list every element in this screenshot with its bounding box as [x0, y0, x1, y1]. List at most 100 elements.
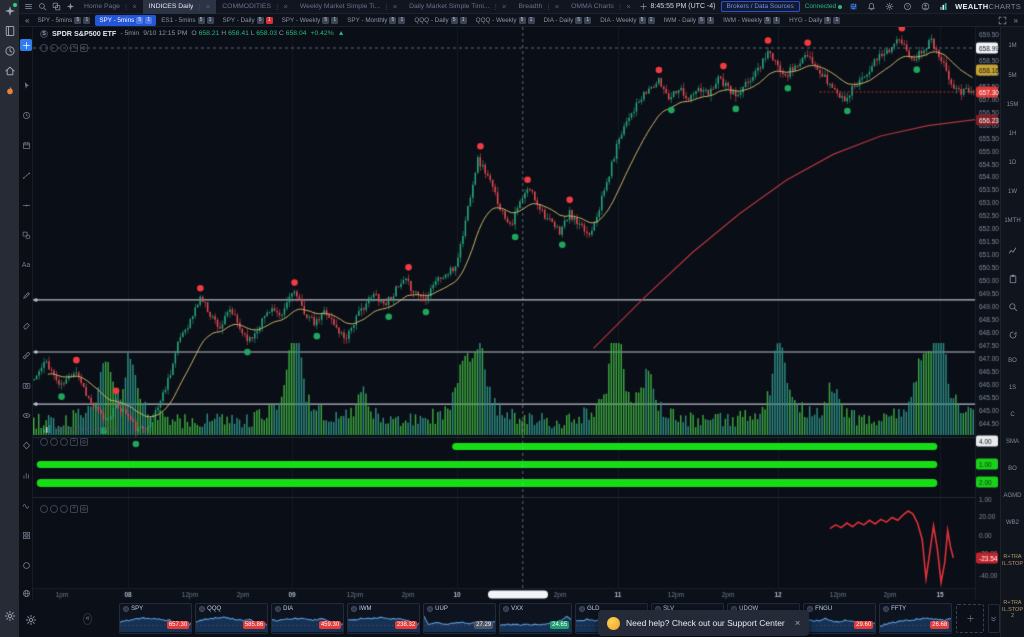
symbol-tab[interactable]: SPY - 5mins51: [95, 15, 156, 26]
tab-menu-icon[interactable]: ⋮: [274, 3, 281, 11]
rail-button-1w[interactable]: 1W: [1001, 189, 1024, 196]
ai-assistant-icon[interactable]: [4, 4, 16, 16]
settings-gear-icon[interactable]: [883, 1, 896, 13]
tab-close-icon[interactable]: ×: [555, 2, 559, 11]
mini-chart-card[interactable]: FFTY26.68: [879, 603, 952, 634]
tab-close-icon[interactable]: ×: [502, 2, 506, 11]
tab-close-icon[interactable]: ×: [132, 2, 136, 11]
help-icon[interactable]: ?: [901, 1, 914, 13]
tab-menu-icon[interactable]: ⋮: [196, 3, 203, 11]
calendar-tool-icon[interactable]: [20, 139, 32, 151]
cursor-tool-icon[interactable]: [20, 79, 32, 91]
pane-visibility-eye-icon[interactable]: [80, 44, 88, 52]
ellipse-tool-icon[interactable]: [20, 559, 32, 571]
symbol-tab[interactable]: IWM - Daily51: [660, 15, 719, 26]
layouts-icon[interactable]: [50, 1, 63, 13]
ai-tools-icon[interactable]: [64, 1, 77, 13]
tab-close-icon[interactable]: ×: [283, 2, 287, 11]
trendline-tool-icon[interactable]: [20, 169, 32, 181]
rail-button-15m[interactable]: 15M: [1001, 102, 1024, 109]
add-workspace-tab-button[interactable]: [637, 1, 650, 13]
pane-add-icon[interactable]: +: [70, 44, 78, 52]
fullscreen-icon[interactable]: [996, 14, 1009, 26]
tooltip-close-icon[interactable]: ×: [795, 618, 801, 629]
pane-button[interactable]: [60, 44, 68, 52]
rail-button-1mth[interactable]: 1MTH: [1001, 218, 1024, 225]
rail-button-1h[interactable]: 1H: [1001, 131, 1024, 138]
minibar-collapse-button[interactable]: «: [83, 613, 92, 625]
wave-tool-icon[interactable]: [20, 499, 32, 511]
minibar-more-button[interactable]: [988, 604, 1000, 633]
expand-symbol-tabs-button[interactable]: »: [1011, 16, 1021, 25]
shapes-tool-icon[interactable]: [20, 229, 32, 241]
symbol-tab[interactable]: SPY - Weekly51: [278, 15, 343, 26]
search-icon[interactable]: [36, 1, 49, 13]
horizontal-line-tool-icon[interactable]: [20, 199, 32, 211]
grid-tool-icon[interactable]: [20, 529, 32, 541]
rail-button-sma[interactable]: SMA: [1001, 439, 1024, 446]
hot-lists-icon[interactable]: [4, 84, 16, 96]
rail-button-r-tra-il-stop-2[interactable]: R+TRA IL.STOP 2: [1001, 600, 1024, 620]
symbol-tab[interactable]: IWM - Weekly51: [719, 15, 784, 26]
themes-tool-icon[interactable]: [20, 587, 32, 599]
mini-chart-card[interactable]: QQQ585.86: [195, 603, 268, 634]
tab-close-icon[interactable]: ×: [626, 2, 630, 11]
tab-menu-icon[interactable]: ⋮: [617, 3, 624, 11]
mini-chart-card[interactable]: SPY657.30: [119, 603, 192, 634]
workspace-tab[interactable]: Daily Market Simple Timi...⋮×: [403, 0, 512, 14]
refresh-icon[interactable]: [1001, 330, 1024, 343]
workspace-tab[interactable]: Weekly Market Simple Ti...⋮×: [294, 0, 403, 14]
workspace-tab[interactable]: INDICES Daily⋮×: [143, 0, 216, 14]
rail-button-bo[interactable]: BO: [1001, 466, 1024, 473]
pane-button[interactable]: [60, 505, 68, 513]
main-chart-canvas[interactable]: [33, 27, 1000, 600]
symbol-tab[interactable]: SPY - 5mins51: [33, 15, 94, 26]
patterns-tool-icon[interactable]: [20, 439, 32, 451]
pane-button[interactable]: [40, 505, 48, 513]
settings-gear-icon[interactable]: [4, 609, 16, 621]
mini-chart-card[interactable]: VXX24.65: [499, 603, 572, 634]
bar-replay-tool-icon[interactable]: [20, 109, 32, 121]
pane-visibility-eye-icon[interactable]: [80, 438, 88, 446]
pane-button[interactable]: [40, 438, 48, 446]
brokers-data-sources-button[interactable]: Brokers / Data Sources: [721, 1, 800, 12]
workspace-tab[interactable]: OMMA Charts⋮×: [565, 0, 635, 14]
rail-button-r-tra-il-stop[interactable]: R+TRA IL.STOP: [1001, 554, 1024, 567]
tab-close-icon[interactable]: ×: [393, 2, 397, 11]
pane-button[interactable]: [40, 44, 48, 52]
crosshair-tool-icon[interactable]: [20, 39, 32, 51]
home-icon[interactable]: [4, 64, 16, 76]
journal-icon[interactable]: [4, 24, 16, 36]
symbol-tab[interactable]: QQQ - Weekly51: [472, 15, 539, 26]
clipboard-icon[interactable]: [1001, 274, 1024, 287]
symbol-tab[interactable]: QQQ - Daily51: [410, 15, 470, 26]
measure-tool-icon[interactable]: [20, 349, 32, 361]
tab-menu-icon[interactable]: ⋮: [545, 3, 552, 11]
symbol-tab[interactable]: DIA - Daily51: [540, 15, 596, 26]
mini-chart-card[interactable]: FNGU29.60: [803, 603, 876, 634]
pane-button[interactable]: [50, 438, 58, 446]
pane-add-icon[interactable]: +: [70, 505, 78, 513]
text-tool-icon[interactable]: Aa: [20, 259, 32, 271]
snapshot-tool-icon[interactable]: [20, 379, 32, 391]
workspace-tab[interactable]: Home Page⋮×: [78, 0, 143, 14]
mini-chart-card[interactable]: UUP27.29: [423, 603, 496, 634]
symbol-tab[interactable]: DIA - Weekly51: [596, 15, 658, 26]
mini-chart-card[interactable]: DIA459.30: [271, 603, 344, 634]
history-icon[interactable]: [4, 44, 16, 56]
notifications-bell-icon[interactable]: [865, 1, 878, 13]
rail-button-1d[interactable]: 1D: [1001, 160, 1024, 167]
hide-drawings-tool-icon[interactable]: [20, 409, 32, 421]
rail-button-agmd[interactable]: AGMD: [1001, 493, 1024, 500]
workspace-tab[interactable]: Breadth⋮×: [512, 0, 565, 14]
tab-close-icon[interactable]: ×: [206, 2, 210, 11]
save-layout-icon[interactable]: [847, 1, 860, 13]
rail-button-bo[interactable]: BO: [1001, 358, 1024, 365]
draw-tool-icon[interactable]: [20, 289, 32, 301]
tab-menu-icon[interactable]: ⋮: [383, 3, 390, 11]
tab-menu-icon[interactable]: ⋮: [123, 3, 130, 11]
menu-icon[interactable]: [22, 1, 35, 13]
symbol-tab[interactable]: HYG - Daily51: [785, 15, 844, 26]
symbol-tab[interactable]: SPY - Daily51: [219, 15, 277, 26]
add-mini-chart-button[interactable]: [956, 604, 984, 633]
